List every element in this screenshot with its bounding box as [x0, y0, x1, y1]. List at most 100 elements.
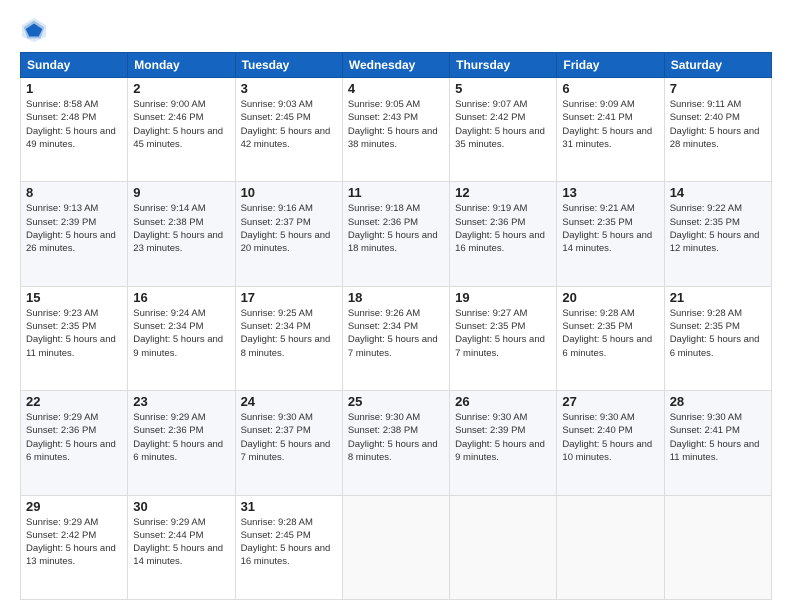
calendar-cell: 13 Sunrise: 9:21 AM Sunset: 2:35 PM Dayl… — [557, 182, 664, 286]
day-number: 28 — [670, 394, 766, 409]
day-number: 13 — [562, 185, 658, 200]
logo — [20, 16, 52, 44]
day-info: Sunrise: 9:29 AM Sunset: 2:36 PM Dayligh… — [26, 411, 122, 464]
day-of-week-header: Saturday — [664, 53, 771, 78]
day-number: 8 — [26, 185, 122, 200]
day-number: 26 — [455, 394, 551, 409]
calendar-cell: 1 Sunrise: 8:58 AM Sunset: 2:48 PM Dayli… — [21, 78, 128, 182]
day-of-week-header: Thursday — [450, 53, 557, 78]
calendar-cell: 21 Sunrise: 9:28 AM Sunset: 2:35 PM Dayl… — [664, 286, 771, 390]
day-number: 27 — [562, 394, 658, 409]
day-info: Sunrise: 9:07 AM Sunset: 2:42 PM Dayligh… — [455, 98, 551, 151]
day-number: 16 — [133, 290, 229, 305]
calendar-cell: 6 Sunrise: 9:09 AM Sunset: 2:41 PM Dayli… — [557, 78, 664, 182]
day-number: 10 — [241, 185, 337, 200]
day-number: 9 — [133, 185, 229, 200]
calendar-cell: 9 Sunrise: 9:14 AM Sunset: 2:38 PM Dayli… — [128, 182, 235, 286]
calendar-cell: 4 Sunrise: 9:05 AM Sunset: 2:43 PM Dayli… — [342, 78, 449, 182]
page: SundayMondayTuesdayWednesdayThursdayFrid… — [0, 0, 792, 612]
calendar-week-row: 1 Sunrise: 8:58 AM Sunset: 2:48 PM Dayli… — [21, 78, 772, 182]
calendar-cell — [664, 495, 771, 599]
day-number: 25 — [348, 394, 444, 409]
calendar-week-row: 15 Sunrise: 9:23 AM Sunset: 2:35 PM Dayl… — [21, 286, 772, 390]
calendar-cell: 12 Sunrise: 9:19 AM Sunset: 2:36 PM Dayl… — [450, 182, 557, 286]
day-number: 20 — [562, 290, 658, 305]
day-number: 31 — [241, 499, 337, 514]
day-number: 24 — [241, 394, 337, 409]
calendar-cell: 19 Sunrise: 9:27 AM Sunset: 2:35 PM Dayl… — [450, 286, 557, 390]
calendar-cell: 27 Sunrise: 9:30 AM Sunset: 2:40 PM Dayl… — [557, 391, 664, 495]
day-info: Sunrise: 9:30 AM Sunset: 2:40 PM Dayligh… — [562, 411, 658, 464]
calendar-cell: 24 Sunrise: 9:30 AM Sunset: 2:37 PM Dayl… — [235, 391, 342, 495]
day-number: 15 — [26, 290, 122, 305]
calendar-cell: 22 Sunrise: 9:29 AM Sunset: 2:36 PM Dayl… — [21, 391, 128, 495]
day-info: Sunrise: 9:23 AM Sunset: 2:35 PM Dayligh… — [26, 307, 122, 360]
calendar-cell: 26 Sunrise: 9:30 AM Sunset: 2:39 PM Dayl… — [450, 391, 557, 495]
day-number: 21 — [670, 290, 766, 305]
day-info: Sunrise: 9:24 AM Sunset: 2:34 PM Dayligh… — [133, 307, 229, 360]
calendar-cell: 3 Sunrise: 9:03 AM Sunset: 2:45 PM Dayli… — [235, 78, 342, 182]
calendar-cell: 25 Sunrise: 9:30 AM Sunset: 2:38 PM Dayl… — [342, 391, 449, 495]
calendar-cell: 29 Sunrise: 9:29 AM Sunset: 2:42 PM Dayl… — [21, 495, 128, 599]
day-info: Sunrise: 9:14 AM Sunset: 2:38 PM Dayligh… — [133, 202, 229, 255]
day-info: Sunrise: 9:30 AM Sunset: 2:39 PM Dayligh… — [455, 411, 551, 464]
calendar-cell: 28 Sunrise: 9:30 AM Sunset: 2:41 PM Dayl… — [664, 391, 771, 495]
day-info: Sunrise: 9:28 AM Sunset: 2:35 PM Dayligh… — [670, 307, 766, 360]
day-number: 12 — [455, 185, 551, 200]
day-number: 5 — [455, 81, 551, 96]
day-info: Sunrise: 9:29 AM Sunset: 2:36 PM Dayligh… — [133, 411, 229, 464]
day-header-row: SundayMondayTuesdayWednesdayThursdayFrid… — [21, 53, 772, 78]
calendar-cell: 31 Sunrise: 9:28 AM Sunset: 2:45 PM Dayl… — [235, 495, 342, 599]
calendar-cell: 30 Sunrise: 9:29 AM Sunset: 2:44 PM Dayl… — [128, 495, 235, 599]
day-info: Sunrise: 9:29 AM Sunset: 2:42 PM Dayligh… — [26, 516, 122, 569]
calendar-cell: 14 Sunrise: 9:22 AM Sunset: 2:35 PM Dayl… — [664, 182, 771, 286]
day-info: Sunrise: 9:30 AM Sunset: 2:41 PM Dayligh… — [670, 411, 766, 464]
day-of-week-header: Wednesday — [342, 53, 449, 78]
day-number: 11 — [348, 185, 444, 200]
day-number: 23 — [133, 394, 229, 409]
day-number: 3 — [241, 81, 337, 96]
calendar-cell — [557, 495, 664, 599]
day-info: Sunrise: 9:27 AM Sunset: 2:35 PM Dayligh… — [455, 307, 551, 360]
day-info: Sunrise: 9:05 AM Sunset: 2:43 PM Dayligh… — [348, 98, 444, 151]
day-number: 18 — [348, 290, 444, 305]
day-of-week-header: Monday — [128, 53, 235, 78]
day-number: 7 — [670, 81, 766, 96]
calendar-cell: 17 Sunrise: 9:25 AM Sunset: 2:34 PM Dayl… — [235, 286, 342, 390]
day-number: 14 — [670, 185, 766, 200]
day-info: Sunrise: 9:09 AM Sunset: 2:41 PM Dayligh… — [562, 98, 658, 151]
day-info: Sunrise: 8:58 AM Sunset: 2:48 PM Dayligh… — [26, 98, 122, 151]
calendar-cell: 2 Sunrise: 9:00 AM Sunset: 2:46 PM Dayli… — [128, 78, 235, 182]
calendar-cell: 23 Sunrise: 9:29 AM Sunset: 2:36 PM Dayl… — [128, 391, 235, 495]
calendar-cell: 20 Sunrise: 9:28 AM Sunset: 2:35 PM Dayl… — [557, 286, 664, 390]
calendar-cell: 18 Sunrise: 9:26 AM Sunset: 2:34 PM Dayl… — [342, 286, 449, 390]
day-info: Sunrise: 9:03 AM Sunset: 2:45 PM Dayligh… — [241, 98, 337, 151]
calendar-cell: 15 Sunrise: 9:23 AM Sunset: 2:35 PM Dayl… — [21, 286, 128, 390]
day-number: 6 — [562, 81, 658, 96]
day-info: Sunrise: 9:16 AM Sunset: 2:37 PM Dayligh… — [241, 202, 337, 255]
calendar-cell: 8 Sunrise: 9:13 AM Sunset: 2:39 PM Dayli… — [21, 182, 128, 286]
day-number: 2 — [133, 81, 229, 96]
day-info: Sunrise: 9:18 AM Sunset: 2:36 PM Dayligh… — [348, 202, 444, 255]
day-info: Sunrise: 9:25 AM Sunset: 2:34 PM Dayligh… — [241, 307, 337, 360]
day-info: Sunrise: 9:30 AM Sunset: 2:37 PM Dayligh… — [241, 411, 337, 464]
calendar-cell: 10 Sunrise: 9:16 AM Sunset: 2:37 PM Dayl… — [235, 182, 342, 286]
day-number: 22 — [26, 394, 122, 409]
day-number: 30 — [133, 499, 229, 514]
day-number: 4 — [348, 81, 444, 96]
day-number: 29 — [26, 499, 122, 514]
day-of-week-header: Friday — [557, 53, 664, 78]
day-info: Sunrise: 9:26 AM Sunset: 2:34 PM Dayligh… — [348, 307, 444, 360]
day-of-week-header: Tuesday — [235, 53, 342, 78]
calendar-cell: 5 Sunrise: 9:07 AM Sunset: 2:42 PM Dayli… — [450, 78, 557, 182]
calendar-cell — [450, 495, 557, 599]
day-info: Sunrise: 9:00 AM Sunset: 2:46 PM Dayligh… — [133, 98, 229, 151]
calendar-table: SundayMondayTuesdayWednesdayThursdayFrid… — [20, 52, 772, 600]
calendar-week-row: 22 Sunrise: 9:29 AM Sunset: 2:36 PM Dayl… — [21, 391, 772, 495]
day-info: Sunrise: 9:29 AM Sunset: 2:44 PM Dayligh… — [133, 516, 229, 569]
day-info: Sunrise: 9:21 AM Sunset: 2:35 PM Dayligh… — [562, 202, 658, 255]
day-of-week-header: Sunday — [21, 53, 128, 78]
calendar-cell — [342, 495, 449, 599]
day-info: Sunrise: 9:22 AM Sunset: 2:35 PM Dayligh… — [670, 202, 766, 255]
day-info: Sunrise: 9:19 AM Sunset: 2:36 PM Dayligh… — [455, 202, 551, 255]
